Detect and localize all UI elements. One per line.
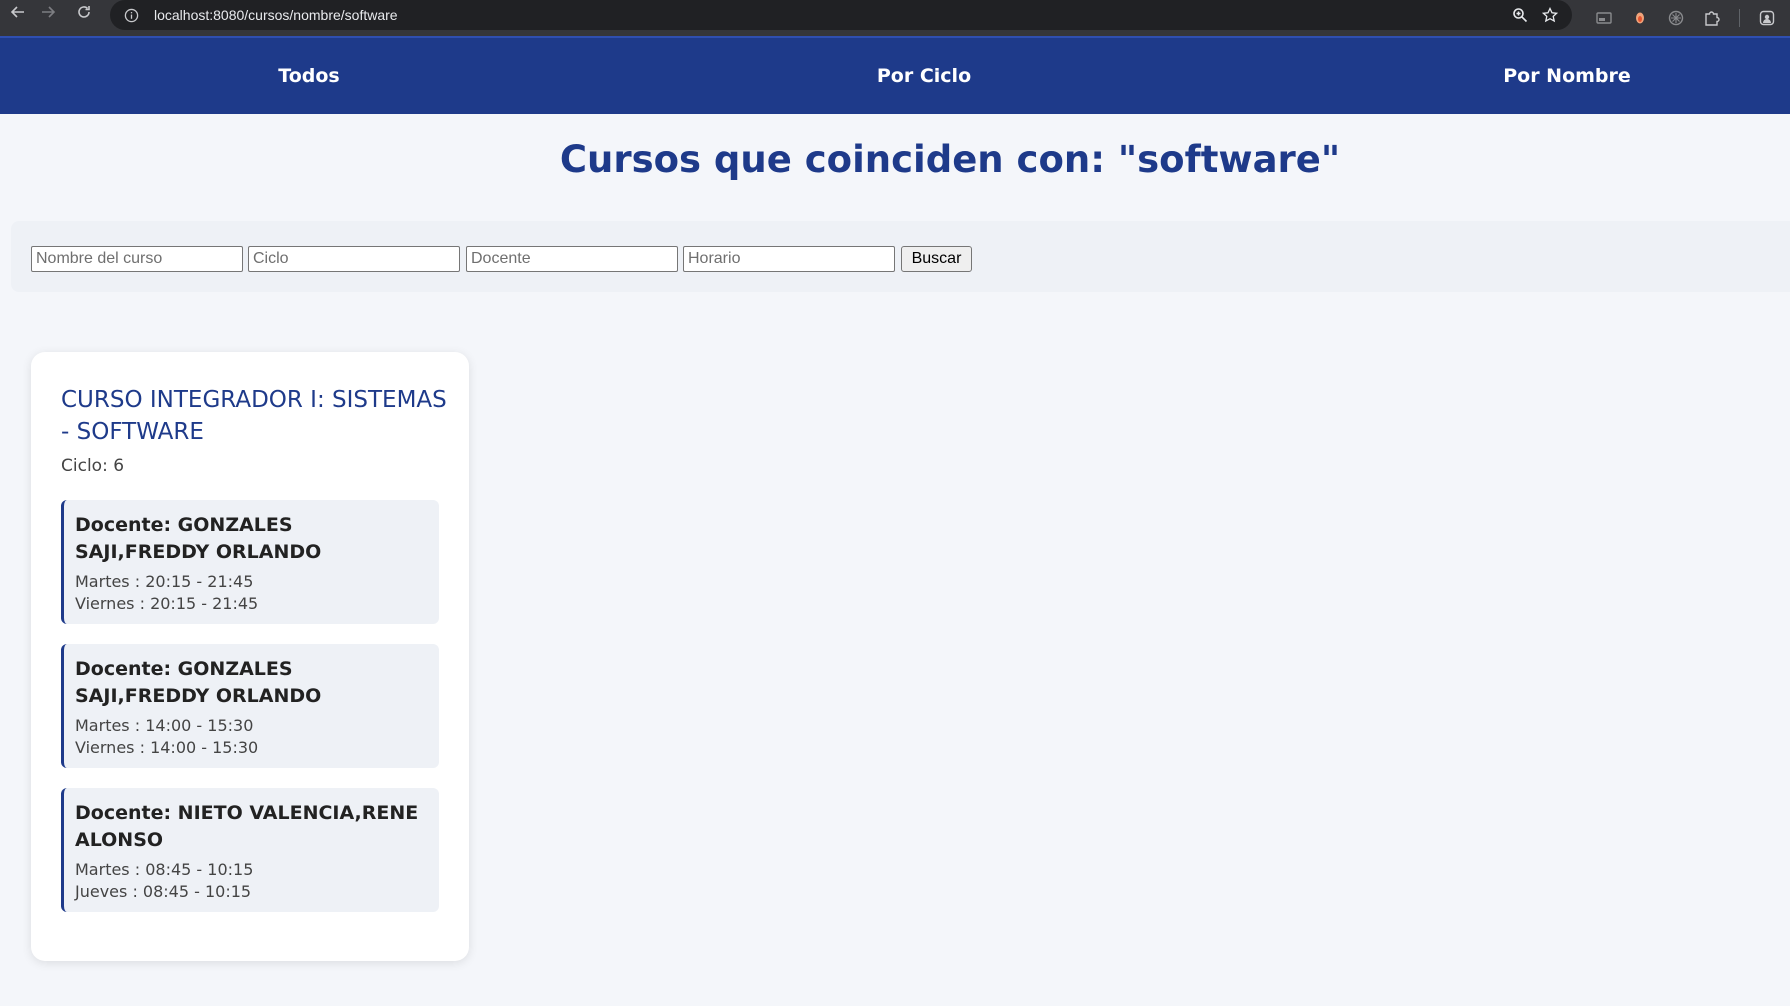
search-button[interactable]: Buscar <box>901 246 972 272</box>
forward-arrow-icon <box>42 6 56 18</box>
schedule-docente: Docente: GONZALES SAJI,FREDDY ORLANDO <box>75 514 322 563</box>
schedule-block: Docente: NIETO VALENCIA,RENE ALONSO Mart… <box>61 788 439 912</box>
schedule-block: Docente: GONZALES SAJI,FREDDY ORLANDO Ma… <box>61 644 439 768</box>
ciclo-input[interactable] <box>248 246 460 272</box>
main-navbar: Todos Por Ciclo Por Nombre <box>0 36 1790 114</box>
nav-todos-link[interactable]: Todos <box>278 38 339 116</box>
horario-input[interactable] <box>683 246 895 272</box>
site-info-icon[interactable] <box>120 4 142 26</box>
bookmark-star-icon[interactable] <box>1542 7 1558 23</box>
forward-button[interactable] <box>30 0 66 30</box>
browser-toolbar: localhost:8080/cursos/nombre/software <box>0 0 1790 36</box>
schedule-line: Viernes : 14:00 - 15:30 <box>75 738 259 757</box>
nav-por-ciclo-link[interactable]: Por Ciclo <box>877 38 971 116</box>
profile-icon[interactable] <box>1758 9 1776 27</box>
schedule-block: Docente: GONZALES SAJI,FREDDY ORLANDO Ma… <box>61 500 439 624</box>
schedule-docente: Docente: NIETO VALENCIA,RENE ALONSO <box>75 802 419 851</box>
extensions-puzzle-icon[interactable] <box>1703 9 1721 27</box>
reload-button[interactable] <box>66 0 102 30</box>
nav-por-nombre-link[interactable]: Por Nombre <box>1503 38 1631 116</box>
schedule-line: Viernes : 20:15 - 21:45 <box>75 594 259 613</box>
schedule-line: Martes : 14:00 - 15:30 <box>75 716 254 735</box>
cast-icon[interactable] <box>1595 9 1613 27</box>
extension-gear-icon[interactable] <box>1667 9 1685 27</box>
address-bar[interactable]: localhost:8080/cursos/nombre/software <box>110 0 1572 30</box>
course-name-input[interactable] <box>31 246 243 272</box>
docente-input[interactable] <box>466 246 678 272</box>
course-card: CURSO INTEGRADOR I: SISTEMAS - SOFTWARE … <box>31 352 469 961</box>
course-title: CURSO INTEGRADOR I: SISTEMAS - SOFTWARE <box>61 387 447 445</box>
search-form: Buscar <box>11 221 1790 292</box>
course-ciclo: Ciclo: 6 <box>61 456 125 476</box>
schedule-docente: Docente: GONZALES SAJI,FREDDY ORLANDO <box>75 658 322 707</box>
page-title: Cursos que coinciden con: "software" <box>559 138 1341 181</box>
url-text[interactable]: localhost:8080/cursos/nombre/software <box>154 7 398 23</box>
extension-record-icon[interactable] <box>1631 9 1649 27</box>
toolbar-divider <box>1739 9 1740 27</box>
zoom-icon[interactable] <box>1512 7 1528 23</box>
reload-icon <box>78 6 90 18</box>
schedule-line: Jueves : 08:45 - 10:15 <box>75 882 252 901</box>
schedule-line: Martes : 08:45 - 10:15 <box>75 860 254 879</box>
back-arrow-icon <box>10 6 24 18</box>
schedule-line: Martes : 20:15 - 21:45 <box>75 572 254 591</box>
